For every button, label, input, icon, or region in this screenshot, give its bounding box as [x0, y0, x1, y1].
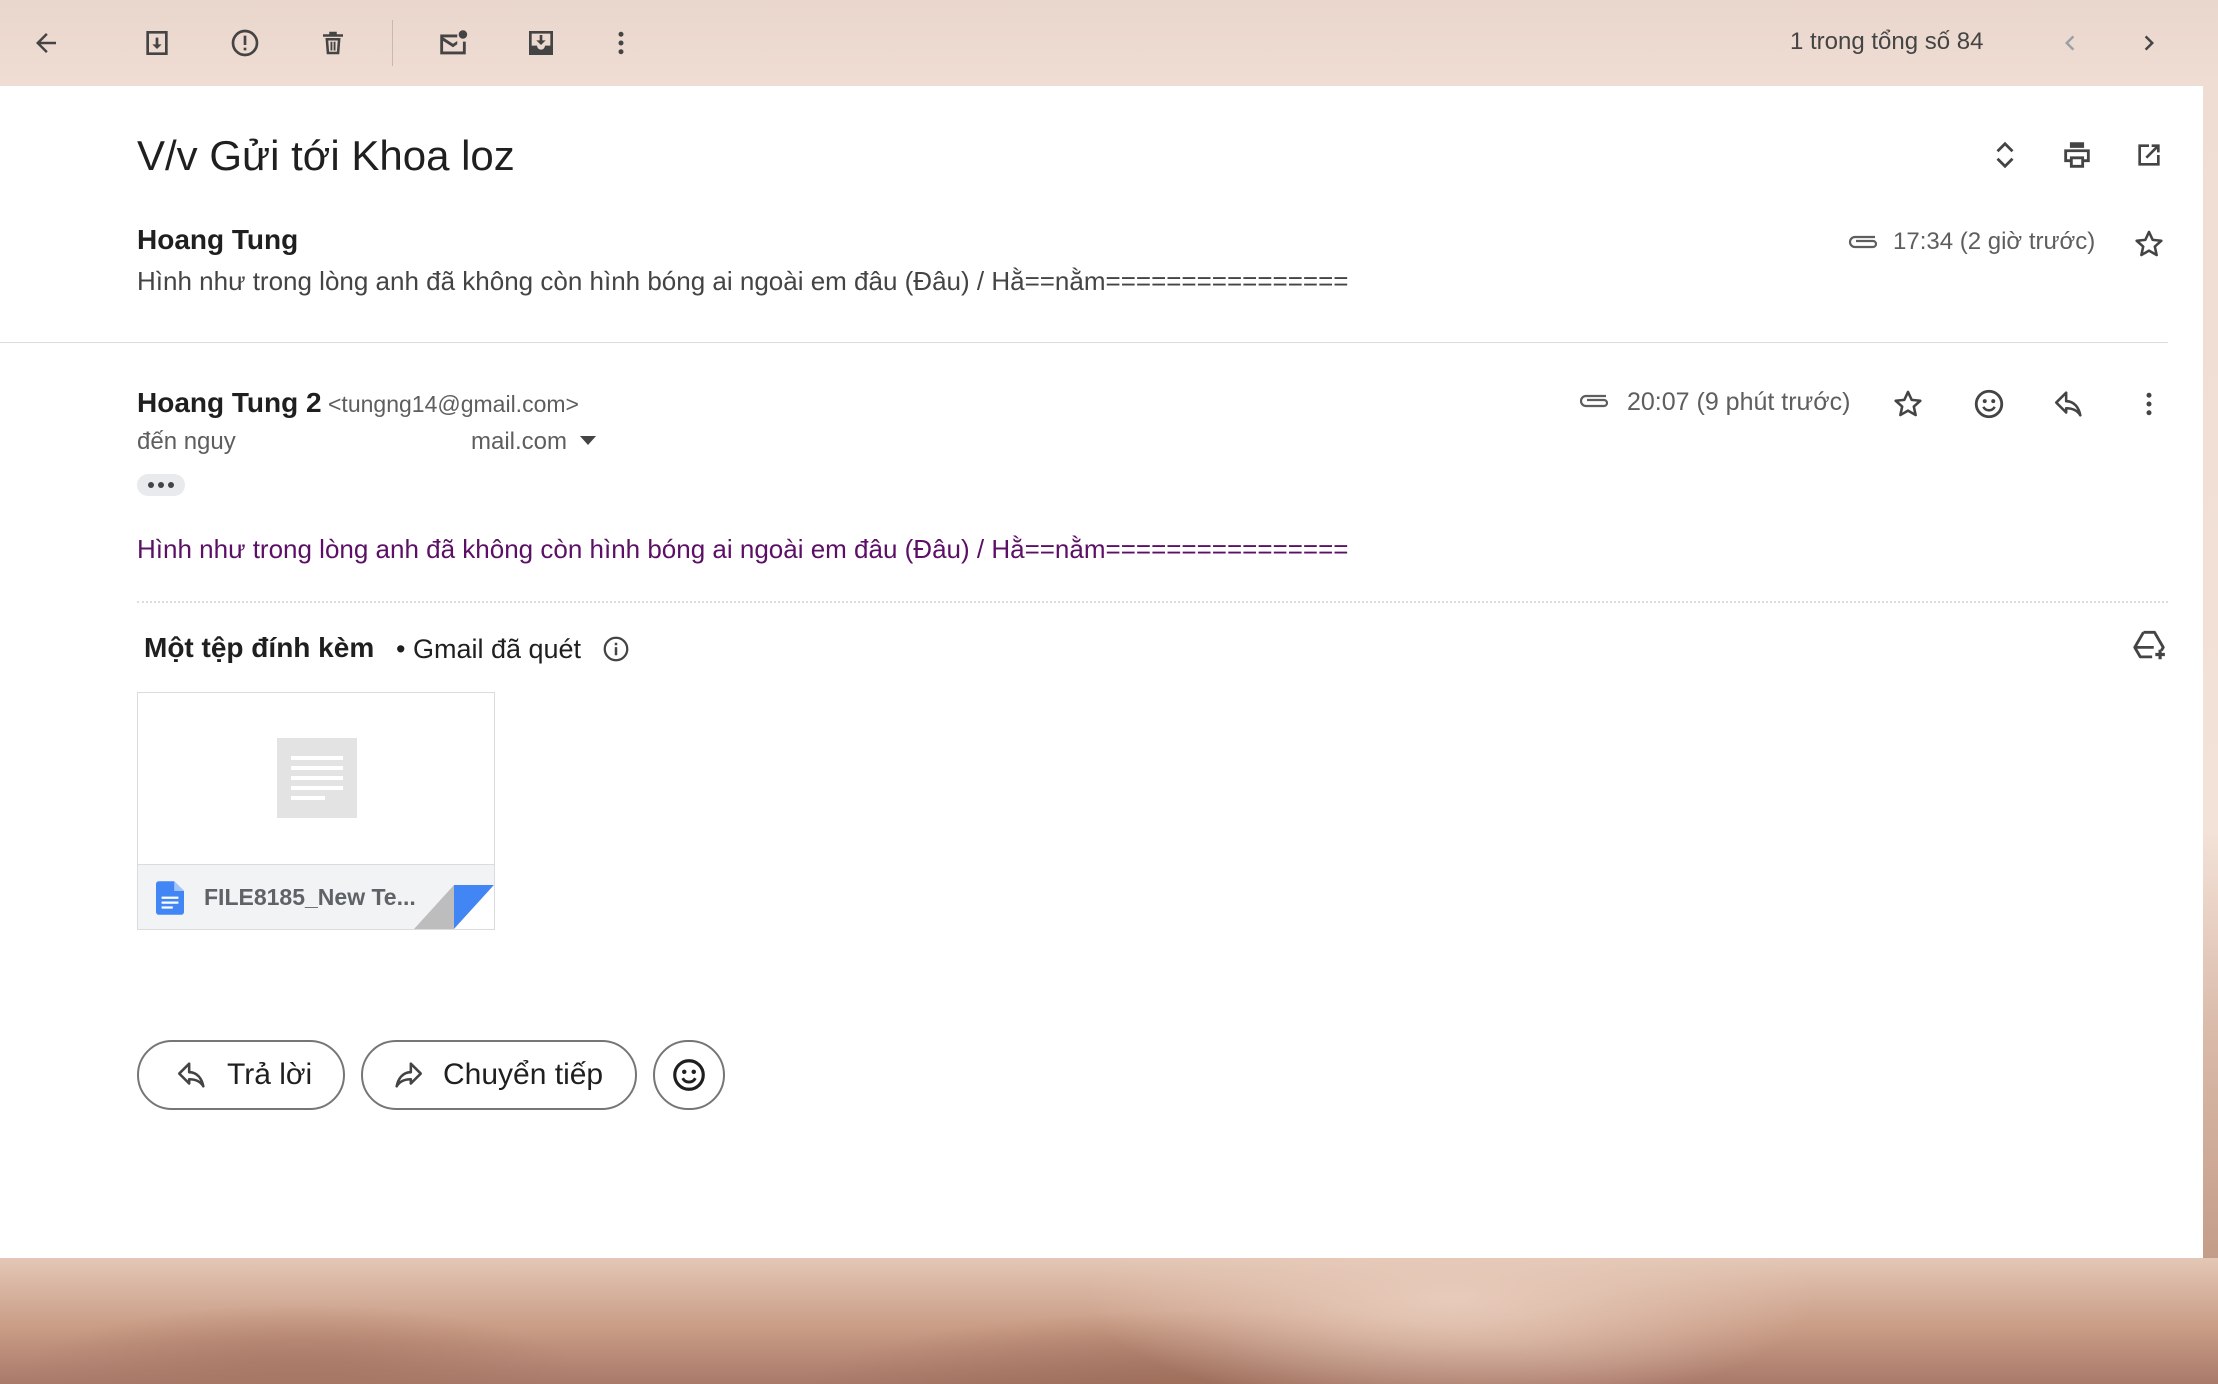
- message1-time: 17:34 (2 giờ trước): [1893, 228, 2096, 255]
- message1-snippet: Hình như trong lòng anh đã không còn hìn…: [137, 266, 1349, 296]
- attachment-corner-fold: [414, 885, 494, 929]
- thread-toolbar: 1 trong tổng số 84: [0, 0, 2218, 86]
- delete-icon: [323, 31, 343, 55]
- print-icon: [2064, 142, 2090, 168]
- reply-icon: [2054, 391, 2082, 417]
- delete-button[interactable]: [304, 14, 362, 72]
- chevron-left-icon: [2065, 35, 2075, 51]
- open-new-window-button[interactable]: [2121, 127, 2177, 183]
- add-to-drive-icon: [2133, 630, 2165, 660]
- attachment-file-name: FILE8185_New Te...: [204, 884, 416, 910]
- mark-unread-icon: [440, 30, 468, 55]
- emoji-icon: [1974, 389, 2004, 419]
- older-button[interactable]: [2120, 14, 2178, 72]
- show-trimmed-content-button[interactable]: [137, 474, 185, 496]
- expand-all-button[interactable]: [1977, 127, 2033, 183]
- forward-icon: [395, 1062, 423, 1088]
- star-icon: [2135, 230, 2163, 257]
- newer-button[interactable]: [2041, 14, 2099, 72]
- message2-recipient-prefix: đến nguy: [137, 428, 236, 455]
- reply-button-label: Trả lời: [227, 1058, 313, 1091]
- info-icon[interactable]: [601, 634, 631, 664]
- reply-icon-button[interactable]: [2041, 376, 2097, 432]
- attachments-scan-text: • Gmail đã quét: [396, 634, 582, 664]
- message2-star-button[interactable]: [1880, 376, 1936, 432]
- mark-unread-button[interactable]: [424, 14, 482, 72]
- report-spam-icon: [231, 29, 259, 57]
- report-spam-button[interactable]: [216, 14, 274, 72]
- chevron-right-icon: [2144, 35, 2154, 51]
- more-options-button[interactable]: [592, 14, 650, 72]
- attachment-thumbnail: [277, 738, 357, 818]
- message2-more-button[interactable]: [2121, 376, 2177, 432]
- show-details-dropdown[interactable]: [580, 436, 596, 445]
- google-docs-icon: [156, 881, 184, 915]
- emoji-icon: [673, 1059, 705, 1091]
- print-button[interactable]: [2049, 127, 2105, 183]
- toolbar-separator: [392, 20, 393, 66]
- open-new-window-icon: [2138, 144, 2160, 166]
- move-to-icon: [529, 31, 553, 55]
- archive-icon: [146, 31, 168, 55]
- message2-sender-email: <tungng14@gmail.com>: [328, 391, 579, 417]
- reply-icon: [177, 1062, 205, 1088]
- message1-sender: Hoang Tung: [137, 224, 299, 255]
- message2-recipient-suffix[interactable]: mail.com: [471, 426, 567, 458]
- expand-collapse-icon: [1996, 141, 2014, 169]
- message1-star-button[interactable]: [2121, 216, 2177, 272]
- archive-button[interactable]: [128, 14, 186, 72]
- back-button[interactable]: [17, 14, 75, 72]
- conversation-panel: V/v Gửi tới Khoa loz Hoang Tung Hình như…: [0, 86, 2203, 1258]
- message-divider: [0, 342, 2168, 343]
- forward-button-label: Chuyển tiếp: [443, 1058, 604, 1091]
- background-landscape: [0, 1258, 2218, 1384]
- message2-body: Hình như trong lòng anh đã không còn hìn…: [137, 534, 1349, 564]
- attachments-title: Một tệp đính kèm: [144, 632, 375, 663]
- attachment-icon: [1579, 394, 1609, 408]
- more-vert-icon: [2146, 392, 2152, 416]
- attachment-icon: [1848, 235, 1878, 249]
- more-vert-icon: [618, 31, 624, 55]
- emoji-reaction-button[interactable]: [653, 1040, 725, 1110]
- attachment-separator: [137, 601, 2168, 603]
- attachment-card[interactable]: FILE8185_New Te...: [137, 692, 495, 930]
- back-arrow-icon: [36, 33, 56, 53]
- move-to-button[interactable]: [512, 14, 570, 72]
- add-reaction-button[interactable]: [1961, 376, 2017, 432]
- pager-text: 1 trong tổng số 84: [1790, 28, 1984, 55]
- thread-subject: V/v Gửi tới Khoa loz: [137, 132, 515, 179]
- forward-button[interactable]: Chuyển tiếp: [361, 1040, 637, 1110]
- star-icon: [1894, 390, 1922, 417]
- reply-button[interactable]: Trả lời: [137, 1040, 345, 1110]
- message2-sender-name[interactable]: Hoang Tung 2: [137, 385, 322, 421]
- add-all-to-drive-button[interactable]: [2121, 617, 2177, 673]
- message2-time: 20:07 (9 phút trước): [1627, 388, 1851, 416]
